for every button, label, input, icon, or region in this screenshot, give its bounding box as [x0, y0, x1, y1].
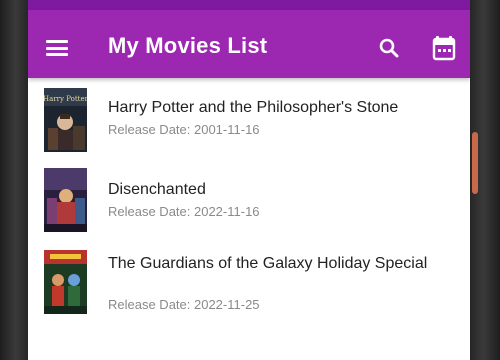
phone-bezel-left [0, 0, 28, 360]
calendar-icon[interactable] [432, 35, 456, 61]
search-icon[interactable] [377, 36, 401, 60]
phone-side-button [472, 132, 478, 194]
phone-screen: My Movies List Harry Potter Harry Potter… [28, 0, 470, 360]
movie-release-date: Release Date: 2022-11-16 [108, 204, 260, 219]
movie-title: Harry Potter and the Philosopher's Stone [108, 99, 399, 116]
movie-release-date: Release Date: 2001-11-16 [108, 122, 260, 137]
page-title: My Movies List [108, 33, 268, 58]
poster-harry-potter: Harry Potter [44, 88, 87, 152]
movie-title: The Guardians of the Galaxy Holiday Spec… [108, 255, 428, 272]
poster-disenchanted [44, 168, 87, 232]
poster-guardians [44, 250, 87, 314]
movie-title: Disenchanted [108, 181, 206, 198]
app-bar: My Movies List [28, 10, 470, 78]
poster-logo: Harry Potter [44, 95, 87, 103]
status-bar [28, 0, 470, 10]
movie-release-date: Release Date: 2022-11-25 [108, 297, 260, 312]
menu-icon[interactable] [46, 40, 68, 56]
